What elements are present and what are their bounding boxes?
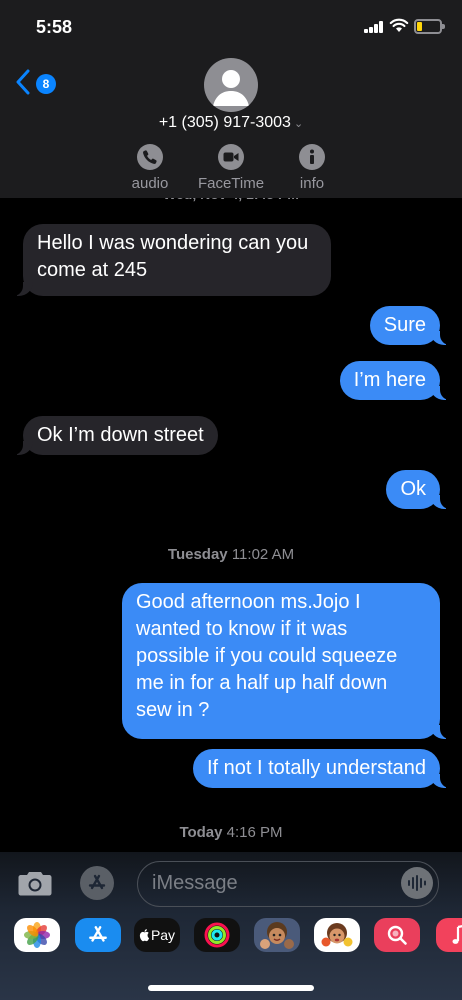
message-text: Sure (383, 314, 426, 336)
home-indicator[interactable] (148, 985, 314, 991)
activity-app-button[interactable] (194, 918, 240, 952)
timestamp-day: Tuesday (167, 546, 228, 563)
message-outgoing[interactable]: Good afternoon ms.Jojo I wanted to know … (122, 583, 450, 739)
activity-rings-icon (204, 922, 230, 948)
message-outgoing[interactable]: Ok (386, 470, 450, 509)
timestamp: Tuesday 11:02 AM (0, 546, 462, 563)
conversation-header: 8 +1 (305) 917-3003 ⌄ audio FaceTime info (0, 54, 462, 198)
message-text: Good afternoon ms.Jojo I wanted to know … (136, 591, 398, 721)
apple-pay-label: Pay (150, 927, 176, 943)
apple-pay-icon (139, 928, 150, 941)
wifi-icon (389, 18, 409, 32)
music-app-button[interactable] (436, 918, 462, 952)
image-search-app-button[interactable] (374, 918, 420, 952)
audio-message-button[interactable] (401, 867, 433, 899)
info-button[interactable]: info (277, 144, 347, 192)
app-store-app-button[interactable] (75, 918, 121, 952)
message-outgoing[interactable]: If not I totally understand (192, 749, 451, 788)
info-label: info (299, 175, 325, 192)
status-bar: 5:58 (0, 0, 462, 54)
waveform-icon (408, 875, 426, 891)
app-store-icon (88, 874, 106, 890)
contact-name-row[interactable]: +1 (305) 917-3003 ⌄ (0, 114, 462, 132)
phone-icon (137, 144, 163, 170)
video-camera-icon (218, 144, 244, 170)
message-text: Ok (400, 478, 426, 500)
message-incoming[interactable]: Ok I’m down street (13, 416, 218, 455)
cellular-signal-icon (364, 21, 384, 33)
status-time: 5:58 (36, 17, 73, 37)
memoji-stickers-icon (321, 923, 353, 947)
message-outgoing[interactable]: I’m here (339, 361, 451, 400)
back-button[interactable] (16, 69, 30, 100)
contact-actions: audio FaceTime info (0, 144, 462, 194)
facetime-label: FaceTime (197, 175, 265, 192)
chevron-left-icon (16, 69, 30, 95)
photos-app-button[interactable] (14, 918, 60, 952)
photos-icon (24, 922, 50, 948)
contact-name: +1 (305) 917-3003 (158, 114, 291, 131)
app-drawer: Pay (0, 914, 462, 964)
message-field[interactable] (137, 861, 439, 907)
memoji-app-button[interactable] (254, 918, 300, 952)
image-search-icon (387, 925, 407, 945)
timestamp-day: Today (179, 824, 223, 841)
unread-count-badge: 8 (36, 74, 56, 94)
camera-icon[interactable] (18, 870, 52, 896)
message-incoming[interactable]: Hello I was wondering can you come at 24… (13, 224, 331, 296)
message-text: If not I totally understand (206, 757, 426, 779)
message-outgoing[interactable]: Sure (369, 306, 451, 345)
timestamp-time: 4:16 PM (226, 824, 283, 841)
music-icon (452, 925, 462, 944)
memoji-stickers-app-button[interactable] (314, 918, 360, 952)
message-input[interactable] (152, 862, 392, 905)
composer-area: Pay (0, 852, 462, 1000)
message-text: Ok I’m down street (37, 424, 204, 446)
apple-pay-app-button[interactable]: Pay (134, 918, 180, 952)
memoji-icon (260, 922, 294, 949)
chevron-down-icon: ⌄ (293, 118, 304, 130)
battery-icon (414, 19, 445, 34)
info-icon (299, 144, 325, 170)
app-store-button[interactable] (80, 866, 114, 900)
person-icon (213, 70, 249, 106)
app-store-icon (89, 926, 107, 942)
timestamp: Today 4:16 PM (0, 824, 462, 841)
audio-call-button[interactable]: audio (115, 144, 185, 192)
facetime-button[interactable]: FaceTime (196, 144, 266, 192)
message-text: Hello I was wondering can you come at 24… (37, 232, 309, 281)
audio-label: audio (131, 175, 169, 192)
contact-avatar[interactable] (204, 58, 258, 112)
message-text: I’m here (353, 369, 426, 391)
timestamp-time: 11:02 AM (231, 546, 295, 563)
